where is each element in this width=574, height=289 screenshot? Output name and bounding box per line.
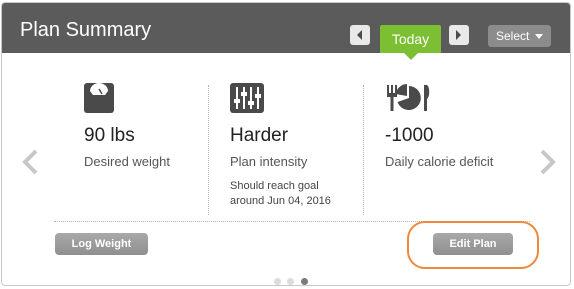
goal-date-note: Should reach goal around Jun 04, 2016 bbox=[230, 179, 358, 209]
card-header: Plan Summary Today Select bbox=[2, 3, 570, 53]
desired-weight-panel: 90 lbs Desired weight bbox=[84, 83, 206, 215]
carousel-next-icon[interactable] bbox=[539, 149, 557, 175]
pagination-dot-active[interactable] bbox=[300, 278, 308, 285]
calorie-deficit-value: -1000 bbox=[385, 125, 434, 146]
plan-summary-card: Plan Summary Today Select 90 lbs Desired… bbox=[1, 2, 571, 286]
goal-note-line2: around Jun 04, 2016 bbox=[230, 195, 331, 207]
caret-down-icon bbox=[535, 34, 543, 39]
edit-plan-button[interactable]: Edit Plan bbox=[433, 233, 513, 255]
next-day-button[interactable] bbox=[449, 25, 469, 45]
today-pointer bbox=[404, 53, 418, 60]
log-weight-button[interactable]: Log Weight bbox=[55, 233, 148, 255]
plan-intensity-value: Harder bbox=[230, 125, 289, 146]
goal-note-line1: Should reach goal bbox=[230, 180, 319, 192]
plan-intensity-label: Plan intensity bbox=[230, 154, 308, 169]
desired-weight-value: 90 lbs bbox=[84, 125, 135, 146]
calorie-deficit-panel: -1000 Daily calorie deficit bbox=[385, 83, 525, 215]
chevron-right-icon bbox=[456, 30, 461, 40]
desired-weight-label: Desired weight bbox=[84, 154, 170, 169]
chevron-left-icon bbox=[357, 30, 362, 40]
previous-day-button[interactable] bbox=[350, 25, 370, 45]
card-title: Plan Summary bbox=[20, 19, 152, 41]
pagination-dot[interactable] bbox=[287, 278, 295, 285]
sliders-icon bbox=[230, 83, 264, 113]
select-dropdown[interactable]: Select bbox=[488, 25, 551, 47]
plan-intensity-panel: Harder Plan intensity Should reach goal … bbox=[230, 83, 358, 215]
calorie-deficit-label: Daily calorie deficit bbox=[385, 154, 494, 169]
pagination-dot[interactable] bbox=[274, 278, 281, 285]
column-divider bbox=[208, 85, 209, 215]
pagination-dots bbox=[274, 272, 310, 285]
scale-icon bbox=[84, 83, 114, 113]
select-label: Select bbox=[496, 29, 530, 43]
utensils-pie-icon bbox=[385, 83, 435, 113]
column-divider bbox=[363, 85, 364, 215]
today-tab[interactable]: Today bbox=[380, 25, 441, 53]
carousel-prev-icon[interactable] bbox=[21, 149, 39, 175]
